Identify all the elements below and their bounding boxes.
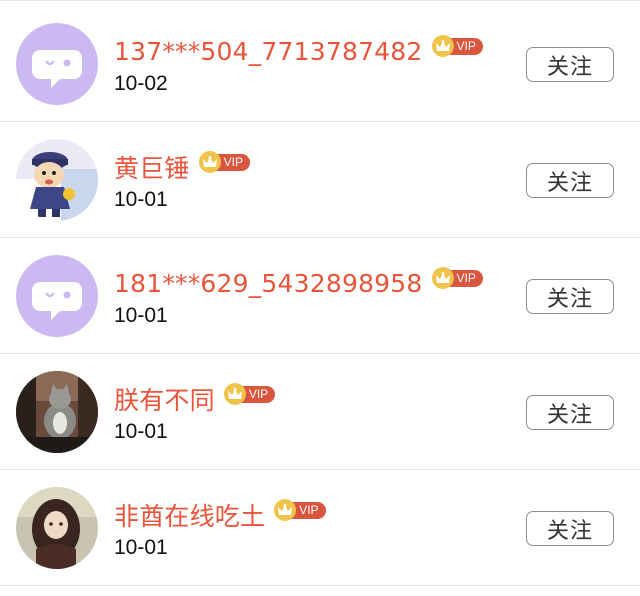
avatar[interactable] (16, 371, 98, 453)
chat-bubble-icon (16, 23, 98, 105)
follow-date: 10-01 (114, 188, 168, 211)
avatar[interactable] (16, 487, 98, 569)
cat-photo-icon (16, 371, 98, 453)
vip-badge: VIP (431, 267, 483, 289)
follow-date: 10-02 (114, 72, 168, 95)
follow-button[interactable]: 关注 (526, 279, 614, 314)
follow-date: 10-01 (114, 420, 168, 443)
crown-icon (431, 267, 454, 289)
user-list: 137***504_7713787482 VIP 10-02 关注 黄巨锤 VI… (0, 0, 640, 596)
user-name[interactable]: 181***629_5432898958 (114, 269, 423, 298)
cartoon-boy-icon (16, 139, 98, 221)
follow-button[interactable]: 关注 (526, 163, 614, 198)
doll-photo-icon (16, 487, 98, 569)
avatar[interactable] (16, 139, 98, 221)
follow-button[interactable]: 关注 (526, 511, 614, 546)
list-item[interactable]: 181***629_5432898958 VIP 10-01 关注 (0, 238, 640, 354)
follow-date: 10-01 (114, 536, 168, 559)
avatar[interactable] (16, 255, 98, 337)
follow-button[interactable]: 关注 (526, 47, 614, 82)
crown-icon (198, 151, 221, 173)
list-item[interactable]: 黄巨锤 VIP 10-01 关注 (0, 122, 640, 238)
user-name[interactable]: 137***504_7713787482 (114, 37, 423, 66)
user-name[interactable]: 非酋在线吃土 (114, 497, 265, 533)
avatar[interactable] (16, 23, 98, 105)
user-name[interactable]: 黄巨锤 (114, 149, 190, 185)
vip-badge: VIP (431, 35, 483, 57)
follow-date: 10-01 (114, 304, 168, 327)
vip-badge: VIP (198, 151, 250, 173)
follow-button[interactable]: 关注 (526, 395, 614, 430)
list-item[interactable]: 非酋在线吃土 VIP 10-01 关注 (0, 470, 640, 586)
crown-icon (223, 383, 246, 405)
crown-icon (431, 35, 454, 57)
chat-bubble-icon (16, 255, 98, 337)
user-name[interactable]: 朕有不同 (114, 381, 215, 417)
list-item[interactable]: 朕有不同 VIP 10-01 关注 (0, 354, 640, 470)
vip-badge: VIP (274, 499, 326, 521)
list-item[interactable]: 137***504_7713787482 VIP 10-02 关注 (0, 6, 640, 122)
vip-badge: VIP (223, 383, 276, 405)
